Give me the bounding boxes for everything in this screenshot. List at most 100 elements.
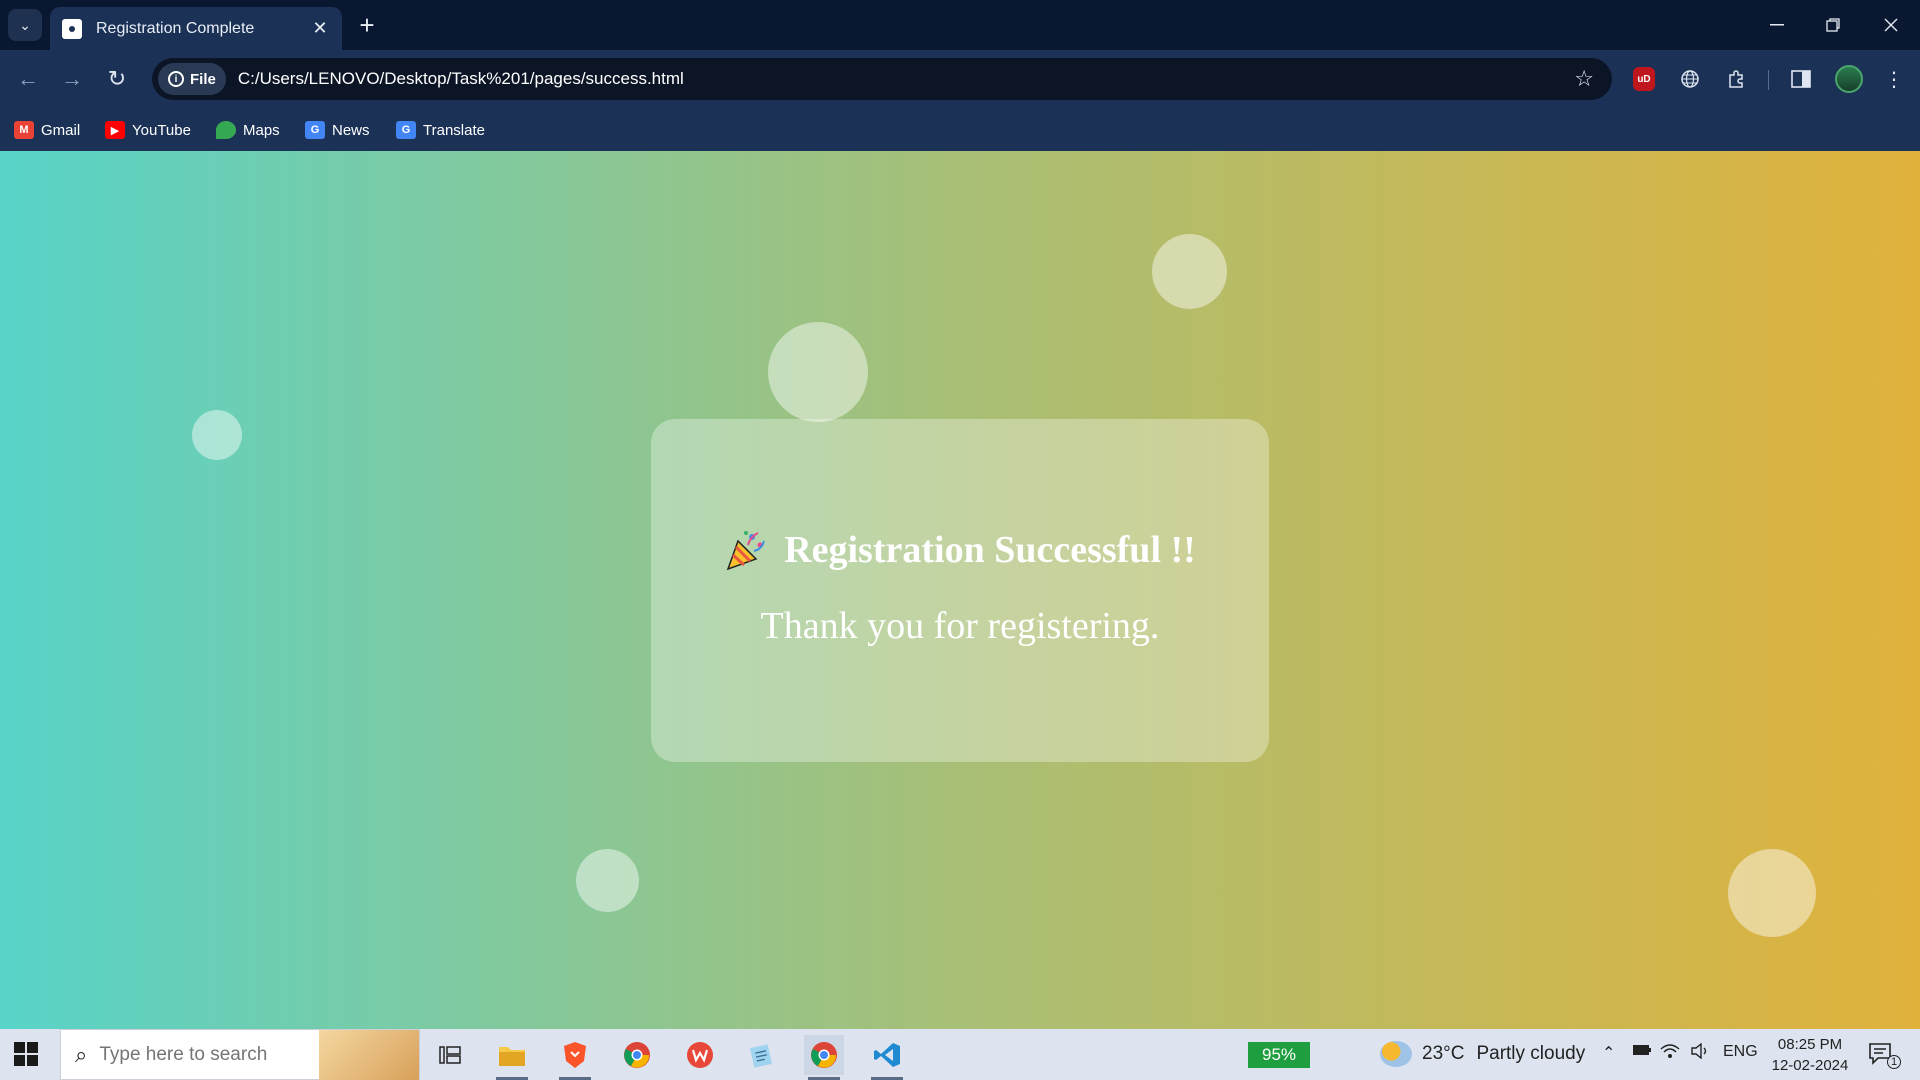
active-tab[interactable]: Registration Complete ✕ bbox=[50, 7, 342, 50]
search-highlight-illustration bbox=[319, 1030, 419, 1080]
chrome-glyph-active bbox=[811, 1042, 837, 1068]
decorative-bubble bbox=[1152, 234, 1227, 309]
decorative-bubble bbox=[768, 322, 868, 422]
side-panel-icon bbox=[1791, 70, 1811, 88]
new-tab-button[interactable]: + bbox=[352, 10, 382, 40]
restore-button[interactable] bbox=[1805, 0, 1861, 50]
decorative-bubble bbox=[192, 410, 242, 460]
partly-cloudy-icon bbox=[1380, 1041, 1412, 1067]
bookmark-gmail[interactable]: M Gmail bbox=[14, 118, 80, 142]
forward-button[interactable]: → bbox=[56, 64, 88, 94]
battery-percent-badge: 95% bbox=[1248, 1042, 1310, 1068]
bookmarks-bar: M Gmail ▶ YouTube Maps G News G Translat… bbox=[0, 108, 1920, 151]
party-popper-icon bbox=[726, 531, 766, 571]
bookmark-maps[interactable]: Maps bbox=[216, 118, 280, 142]
battery-glyph bbox=[1633, 1045, 1651, 1055]
site-info-label: File bbox=[190, 70, 216, 88]
vscode-glyph bbox=[874, 1043, 900, 1067]
wifi-icon[interactable] bbox=[1660, 1043, 1680, 1064]
language-indicator[interactable]: ENG bbox=[1723, 1043, 1758, 1061]
volume-icon[interactable] bbox=[1690, 1042, 1710, 1064]
globe-extension-icon[interactable] bbox=[1676, 65, 1704, 93]
task-view-glyph bbox=[439, 1046, 461, 1064]
decorative-bubble bbox=[576, 849, 639, 912]
clock-time: 08:25 PM bbox=[1777, 1036, 1843, 1053]
url-text[interactable]: C:/Users/LENOVO/Desktop/Task%201/pages/s… bbox=[238, 69, 1574, 89]
restore-icon bbox=[1826, 18, 1840, 32]
weather-widget[interactable]: 23°C Partly cloudy bbox=[1380, 1041, 1585, 1067]
chevron-down-icon: ⌄ bbox=[19, 16, 31, 33]
file-explorer-icon[interactable] bbox=[492, 1035, 532, 1080]
brave-glyph bbox=[564, 1042, 586, 1068]
bookmark-youtube[interactable]: ▶ YouTube bbox=[105, 118, 191, 142]
arrow-right-icon: → bbox=[61, 66, 83, 91]
wps-glyph bbox=[687, 1042, 713, 1068]
chrome-glyph bbox=[624, 1042, 650, 1068]
brave-browser-icon[interactable] bbox=[555, 1035, 595, 1080]
menu-button[interactable]: ⋮ bbox=[1880, 65, 1908, 93]
gmail-icon: M bbox=[14, 121, 34, 139]
reload-button[interactable]: ↻ bbox=[101, 64, 133, 94]
decorative-bubble bbox=[1728, 849, 1816, 937]
globe-icon bbox=[1681, 70, 1699, 88]
arrow-left-icon: ← bbox=[17, 66, 39, 91]
taskbar-search-input[interactable] bbox=[99, 1043, 300, 1066]
side-panel-button[interactable] bbox=[1787, 65, 1815, 93]
address-bar[interactable]: i File C:/Users/LENOVO/Desktop/Task%201/… bbox=[152, 58, 1612, 100]
notepad-icon[interactable] bbox=[742, 1035, 782, 1075]
vscode-icon[interactable] bbox=[867, 1035, 907, 1080]
wps-office-icon[interactable] bbox=[680, 1035, 720, 1075]
minimize-button[interactable] bbox=[1749, 0, 1805, 50]
close-tab-icon[interactable]: ✕ bbox=[310, 18, 330, 39]
clock-date: 12-02-2024 bbox=[1771, 1057, 1849, 1074]
bookmark-label: Translate bbox=[423, 121, 485, 139]
youtube-icon: ▶ bbox=[105, 121, 125, 139]
minimize-icon bbox=[1770, 24, 1784, 26]
bookmark-translate[interactable]: G Translate bbox=[396, 118, 485, 142]
show-hidden-icons-chevron-icon[interactable]: ⌃ bbox=[1602, 1043, 1615, 1063]
tab-search-button[interactable]: ⌄ bbox=[8, 9, 42, 41]
tab-title: Registration Complete bbox=[96, 19, 255, 37]
bookmark-label: Maps bbox=[243, 121, 280, 139]
success-card: Registration Successful !! Thank you for… bbox=[651, 419, 1269, 762]
volume-glyph bbox=[1691, 1042, 1707, 1060]
page-viewport: Registration Successful !! Thank you for… bbox=[0, 151, 1920, 1029]
bookmark-news[interactable]: G News bbox=[305, 118, 370, 142]
notepad-glyph bbox=[750, 1044, 772, 1068]
thank-you-message: Thank you for registering. bbox=[760, 605, 1160, 647]
bookmark-label: News bbox=[332, 121, 370, 139]
news-icon: G bbox=[305, 121, 325, 139]
browser-toolbar: ← → ↻ i File C:/Users/LENOVO/Desktop/Tas… bbox=[0, 50, 1920, 108]
site-info-chip[interactable]: i File bbox=[158, 63, 226, 95]
kebab-menu-icon: ⋮ bbox=[1884, 68, 1904, 91]
system-clock[interactable]: 08:25 PM 12-02-2024 bbox=[1760, 1034, 1860, 1076]
weather-temp: 23°C bbox=[1422, 1043, 1465, 1064]
taskbar-search[interactable]: ⌕ bbox=[60, 1029, 420, 1080]
page-favicon-icon bbox=[62, 18, 82, 39]
bookmark-label: Gmail bbox=[41, 121, 81, 139]
folder-glyph bbox=[499, 1047, 525, 1066]
close-icon bbox=[1884, 18, 1898, 32]
success-heading: Registration Successful !! bbox=[651, 527, 1269, 573]
windows-start-icon[interactable] bbox=[14, 1042, 38, 1066]
browser-tab-strip: ⌄ Registration Complete ✕ + bbox=[0, 0, 1920, 50]
weather-desc: Partly cloudy bbox=[1476, 1043, 1586, 1064]
extensions-button[interactable] bbox=[1722, 65, 1750, 93]
chrome-active-icon[interactable] bbox=[804, 1035, 844, 1080]
wifi-glyph bbox=[1660, 1044, 1680, 1058]
success-title-text: Registration Successful !! bbox=[784, 529, 1196, 571]
profile-avatar[interactable] bbox=[1835, 65, 1863, 93]
battery-icon[interactable] bbox=[1632, 1043, 1652, 1062]
maps-icon bbox=[216, 121, 236, 139]
info-icon: i bbox=[168, 71, 184, 87]
ublock-extension-icon[interactable]: uD bbox=[1633, 67, 1655, 91]
notification-center-icon[interactable]: 1 bbox=[1868, 1041, 1901, 1069]
chrome-icon[interactable] bbox=[617, 1035, 657, 1075]
toolbar-separator bbox=[1768, 70, 1769, 90]
bookmark-label: YouTube bbox=[132, 121, 191, 139]
back-button[interactable]: ← bbox=[12, 64, 44, 94]
bookmark-star-icon[interactable]: ☆ bbox=[1574, 66, 1594, 92]
task-view-icon[interactable] bbox=[430, 1035, 470, 1075]
windows-taskbar: ⌕ 95% 23°C Partly cloudy ⌃ ENG bbox=[0, 1029, 1920, 1080]
close-window-button[interactable] bbox=[1863, 0, 1919, 50]
